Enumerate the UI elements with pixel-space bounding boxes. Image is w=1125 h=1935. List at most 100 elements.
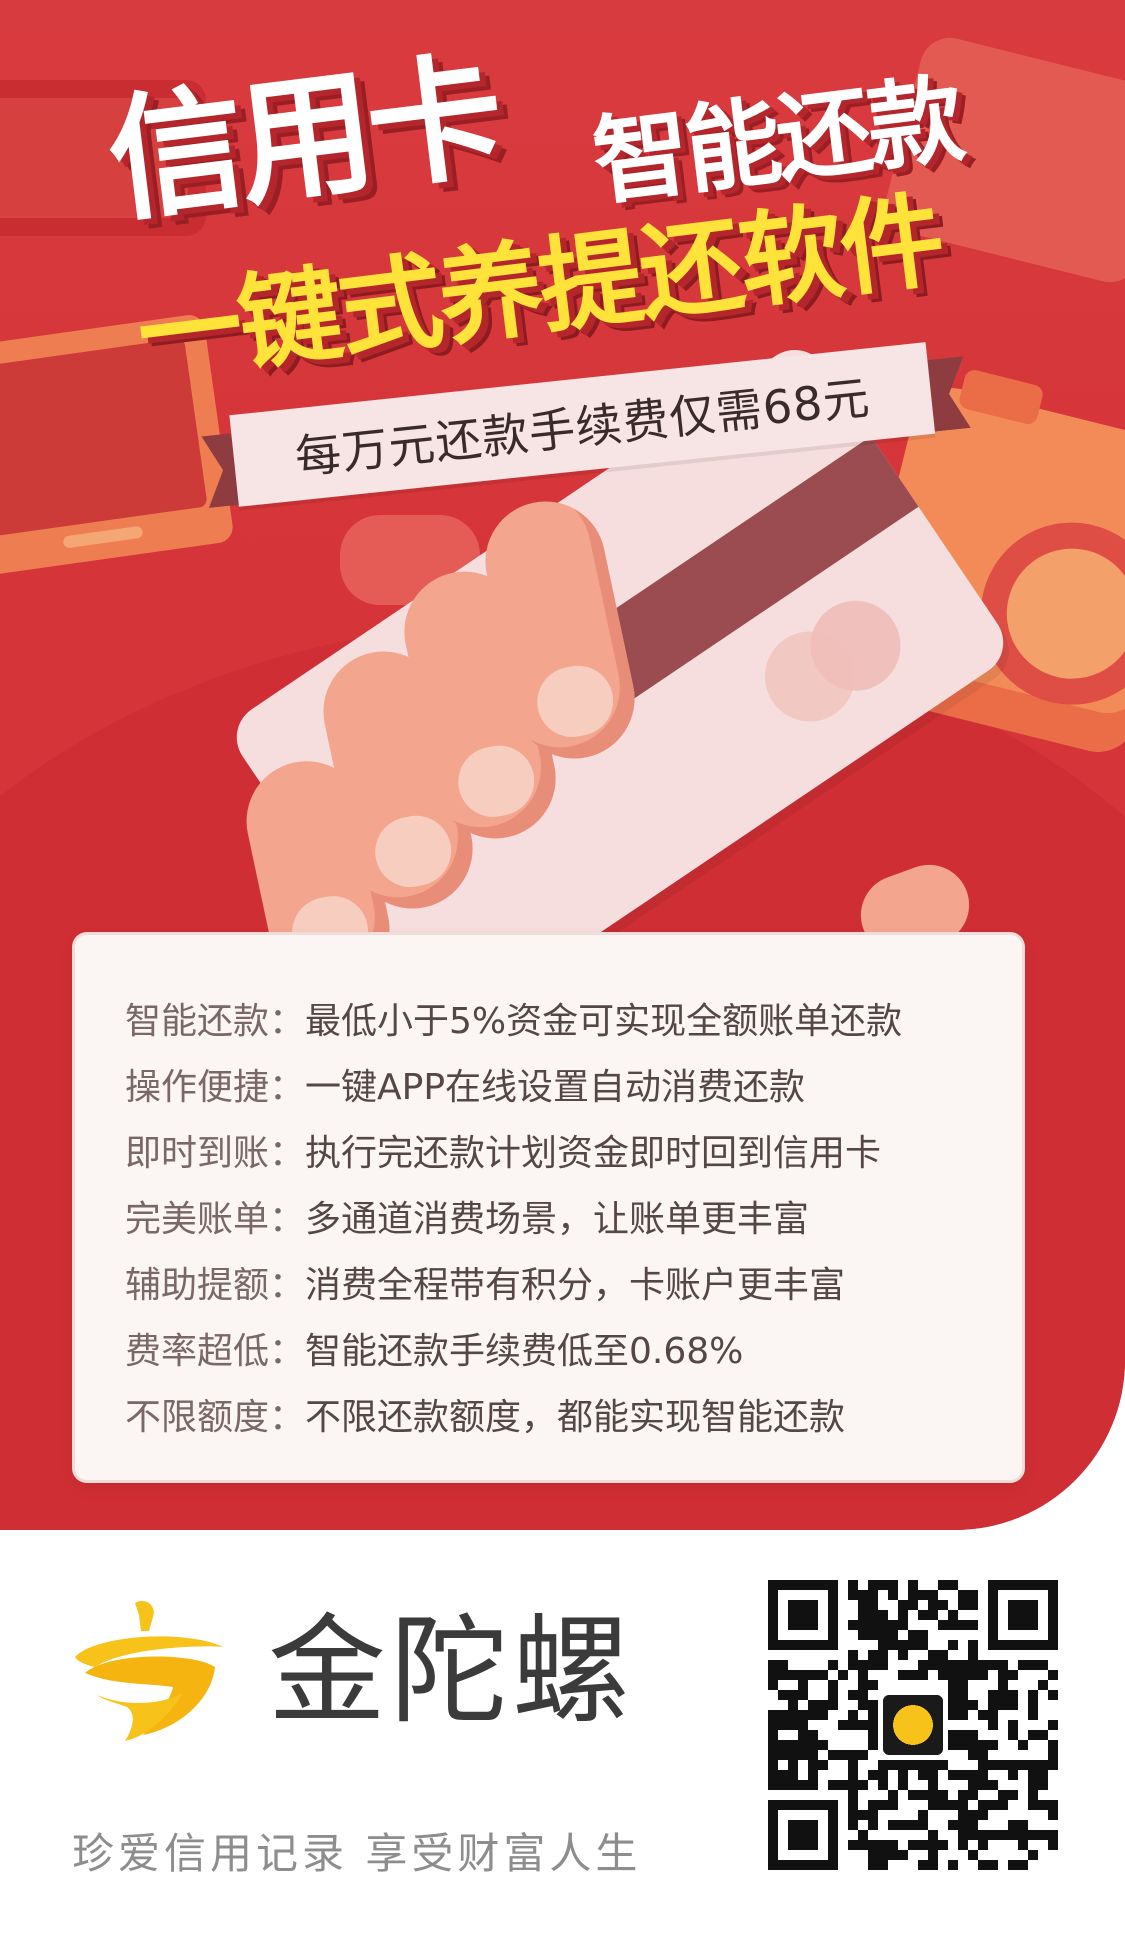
qr-module (1048, 1720, 1058, 1730)
qr-module (938, 1620, 948, 1630)
feature-desc: 一键APP在线设置自动消费还款 (305, 1067, 806, 1108)
qr-module (878, 1850, 888, 1860)
qr-module (868, 1650, 878, 1660)
qr-module (1028, 1830, 1038, 1840)
feature-row: 不限额度： 不限还款额度，都能实现智能还款 (125, 1381, 1022, 1447)
qr-module (968, 1640, 978, 1650)
qr-module (788, 1720, 798, 1730)
qr-module (918, 1610, 928, 1620)
qr-module (888, 1760, 898, 1770)
qr-module (798, 1670, 808, 1680)
qr-module (988, 1690, 998, 1700)
qr-finder-inner (788, 1600, 818, 1630)
qr-finder-inner (1008, 1600, 1038, 1630)
qr-module (868, 1720, 878, 1730)
fingernail (530, 659, 620, 744)
spinning-top-icon (65, 1595, 230, 1745)
qr-module (858, 1610, 868, 1620)
qr-module (778, 1710, 788, 1720)
qr-module (958, 1740, 968, 1750)
feature-desc: 执行完还款计划资金即时回到信用卡 (305, 1133, 882, 1174)
feature-label: 辅助提额： (125, 1265, 306, 1306)
qr-module (1028, 1690, 1038, 1700)
qr-module (928, 1770, 938, 1780)
qr-module (878, 1800, 888, 1810)
qr-module (818, 1740, 828, 1750)
qr-module (948, 1640, 958, 1650)
qr-module (878, 1860, 888, 1870)
qr-module (778, 1750, 788, 1760)
qr-module (888, 1820, 898, 1830)
feature-label: 操作便捷： (125, 1067, 306, 1108)
qr-module (898, 1650, 908, 1660)
qr-module (898, 1620, 908, 1630)
qr-module (908, 1820, 918, 1830)
qr-module (898, 1770, 908, 1780)
qr-module (848, 1790, 858, 1800)
qr-module (788, 1770, 798, 1780)
qr-module (1038, 1730, 1048, 1740)
qr-module (848, 1780, 858, 1790)
qr-module (998, 1690, 1008, 1700)
feature-label: 智能还款： (125, 1001, 306, 1042)
qr-module (998, 1830, 1008, 1840)
qr-module (1038, 1800, 1048, 1810)
qr-module (1038, 1830, 1048, 1840)
qr-module (808, 1760, 818, 1770)
qr-module (1048, 1750, 1058, 1760)
qr-module (778, 1670, 788, 1680)
qr-module (838, 1780, 848, 1790)
qr-module (928, 1780, 938, 1790)
qr-module (868, 1820, 878, 1830)
qr-module (958, 1660, 968, 1670)
qr-module (768, 1730, 778, 1740)
qr-module (1018, 1860, 1028, 1870)
qr-module (808, 1730, 818, 1740)
qr-module (908, 1590, 918, 1600)
qr-module (878, 1780, 888, 1790)
qr-module (918, 1860, 928, 1870)
qr-module (978, 1770, 988, 1780)
qr-module (918, 1770, 928, 1780)
qr-module (1048, 1740, 1058, 1750)
qr-module (948, 1670, 958, 1680)
qr-module (988, 1720, 998, 1730)
qr-module (798, 1750, 808, 1760)
qr-module (968, 1660, 978, 1670)
qr-module (958, 1700, 968, 1710)
qr-module (898, 1600, 908, 1610)
qr-module (978, 1810, 988, 1820)
qr-module (938, 1790, 948, 1800)
feature-desc: 不限还款额度，都能实现智能还款 (305, 1397, 846, 1438)
qr-module (788, 1750, 798, 1760)
qr-module (828, 1690, 838, 1700)
qr-module (868, 1660, 878, 1670)
qr-module (968, 1700, 978, 1710)
qr-module (928, 1610, 938, 1620)
qr-module (888, 1630, 898, 1640)
qr-module (848, 1650, 858, 1660)
qr-module (948, 1620, 958, 1630)
qr-module (948, 1860, 958, 1870)
qr-module (908, 1600, 918, 1610)
qr-module (1018, 1660, 1028, 1670)
qr-module (958, 1840, 968, 1850)
qr-module (818, 1670, 828, 1680)
qr-module (938, 1600, 948, 1610)
qr-module (968, 1620, 978, 1630)
qr-module (958, 1680, 968, 1690)
qr-module (808, 1670, 818, 1680)
qr-module (788, 1760, 798, 1770)
qr-module (788, 1690, 798, 1700)
qr-module (898, 1670, 908, 1680)
qr-module (958, 1810, 968, 1820)
qr-module (858, 1810, 868, 1820)
qr-module (888, 1620, 898, 1630)
spinning-top-svg (75, 1600, 223, 1741)
qr-module (958, 1590, 968, 1600)
qr-module (1028, 1760, 1038, 1770)
qr-module (978, 1860, 988, 1870)
qr-module (928, 1760, 938, 1770)
qr-module (918, 1640, 928, 1650)
qr-module (1028, 1800, 1038, 1810)
